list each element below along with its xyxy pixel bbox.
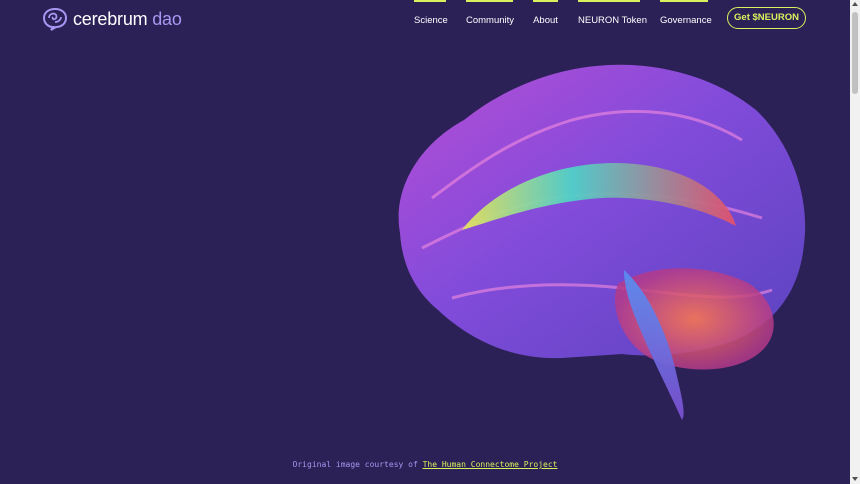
brain-image bbox=[398, 64, 806, 420]
nav-governance[interactable]: Governance bbox=[660, 0, 712, 30]
nav-indicator bbox=[660, 0, 708, 2]
nav-community[interactable]: Community bbox=[466, 0, 515, 30]
scrollbar-thumb[interactable] bbox=[852, 12, 858, 94]
image-credit: Original image courtesy of The Human Con… bbox=[0, 460, 850, 469]
nav-indicator bbox=[578, 0, 640, 2]
nav-indicator bbox=[414, 0, 446, 2]
main-nav: Science Community About NEURON Token Gov… bbox=[0, 0, 860, 40]
nav-indicator bbox=[533, 0, 558, 2]
nav-label: Science bbox=[414, 15, 448, 26]
nav-science[interactable]: Science bbox=[414, 0, 448, 30]
scrollbar[interactable] bbox=[850, 0, 860, 484]
nav-label: Community bbox=[466, 15, 515, 26]
scroll-up-arrow-icon[interactable] bbox=[852, 2, 858, 6]
nav-label: Governance bbox=[660, 15, 712, 26]
nav-label: About bbox=[533, 15, 558, 26]
get-neuron-button[interactable]: Get $NEURON bbox=[727, 7, 806, 29]
scroll-down-arrow-icon[interactable] bbox=[852, 477, 858, 481]
credit-text: Original image courtesy of bbox=[292, 460, 423, 469]
connectome-link[interactable]: The Human Connectome Project bbox=[423, 460, 558, 469]
nav-label: NEURON Token bbox=[578, 15, 647, 26]
nav-indicator bbox=[466, 0, 513, 2]
nav-neuron-token[interactable]: NEURON Token bbox=[578, 0, 647, 30]
nav-about[interactable]: About bbox=[533, 0, 558, 30]
